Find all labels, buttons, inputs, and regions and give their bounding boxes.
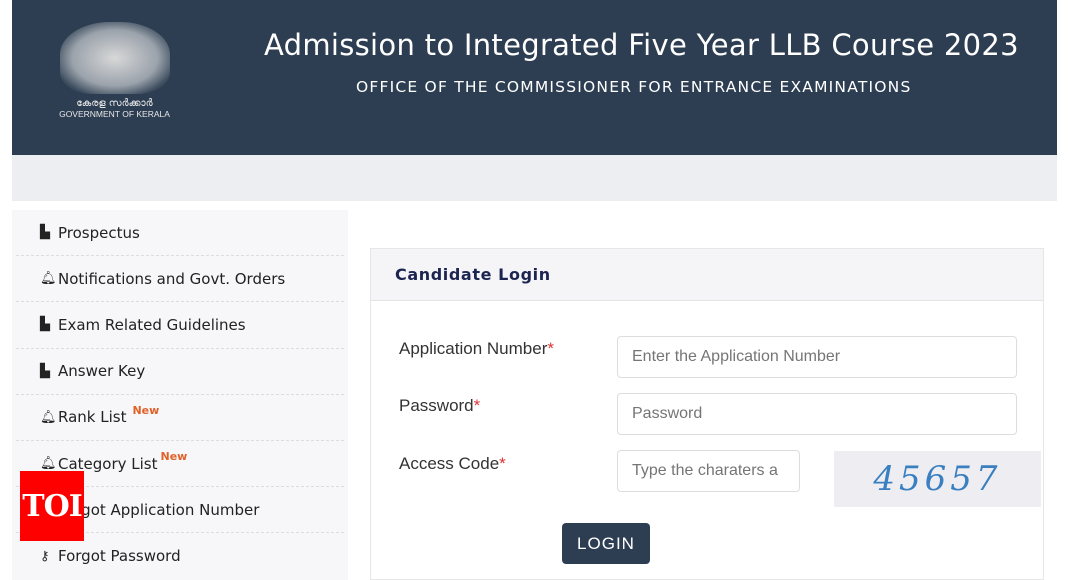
login-title: Candidate Login bbox=[371, 249, 1043, 301]
password-label: Password* bbox=[399, 396, 480, 416]
emblem-icon bbox=[59, 22, 170, 94]
sidebar-item-label: Exam Related Guidelines bbox=[58, 315, 246, 334]
sidebar-item-label: Forgot Application Number bbox=[58, 500, 260, 519]
sidebar-item-rank-list[interactable]: 🔔︎ Rank List New bbox=[16, 395, 344, 441]
sidebar-item-label: Notifications and Govt. Orders bbox=[58, 269, 286, 288]
page-subtitle: OFFICE OF THE COMMISSIONER FOR ENTRANCE … bbox=[356, 78, 912, 96]
required-mark: * bbox=[499, 454, 506, 473]
pdf-icon: ▙ bbox=[40, 363, 50, 379]
required-mark: * bbox=[547, 339, 554, 358]
key-icon: ⚷ bbox=[40, 548, 50, 564]
label-text: Password bbox=[399, 396, 474, 415]
captcha-text: 45657 bbox=[873, 459, 1002, 499]
access-code-input[interactable] bbox=[617, 450, 800, 492]
logo-text-english: GOVERNMENT OF KERALA bbox=[59, 109, 170, 119]
sidebar-item-answer-key[interactable]: ▙ Answer Key bbox=[16, 349, 344, 395]
header: കേരള സർക്കാർ GOVERNMENT OF KERALA Admiss… bbox=[12, 0, 1057, 155]
password-input[interactable] bbox=[617, 393, 1017, 435]
bell-icon: 🔔︎ bbox=[40, 271, 57, 287]
sidebar-item-label: Forgot Password bbox=[58, 547, 181, 566]
pdf-icon: ▙ bbox=[40, 317, 50, 333]
label-text: Access Code bbox=[399, 454, 500, 473]
pdf-icon: ▙ bbox=[40, 225, 50, 241]
sidebar-item-label: Prospectus bbox=[58, 223, 140, 242]
nav-bar bbox=[12, 155, 1057, 201]
access-code-label: Access Code* bbox=[399, 454, 506, 474]
watermark-text: TOI bbox=[22, 488, 82, 524]
application-number-label: Application Number* bbox=[399, 339, 554, 359]
sidebar-item-notifications[interactable]: 🔔︎ Notifications and Govt. Orders bbox=[16, 256, 344, 303]
toi-watermark-logo: TOI bbox=[20, 471, 84, 541]
new-badge: New bbox=[160, 450, 188, 464]
sidebar-item-prospectus[interactable]: ▙ Prospectus bbox=[16, 210, 344, 257]
logo-text-malayalam: കേരള സർക്കാർ bbox=[76, 98, 153, 109]
login-panel: Candidate Login Application Number* Pass… bbox=[370, 248, 1044, 580]
label-text: Application Number bbox=[399, 339, 548, 358]
sidebar-item-guidelines[interactable]: ▙ Exam Related Guidelines bbox=[16, 302, 344, 349]
login-button[interactable]: LOGIN bbox=[562, 523, 650, 564]
bell-icon: 🔔︎ bbox=[40, 456, 57, 472]
required-mark: * bbox=[473, 396, 481, 415]
sidebar-item-label: Category List bbox=[58, 454, 158, 473]
sidebar-item-label: Rank List bbox=[58, 408, 127, 427]
page-title: Admission to Integrated Five Year LLB Co… bbox=[264, 28, 1019, 62]
application-number-input[interactable] bbox=[617, 336, 1017, 378]
captcha-image: 45657 bbox=[834, 451, 1041, 507]
bell-icon: 🔔︎ bbox=[40, 409, 57, 425]
new-badge: New bbox=[132, 403, 160, 417]
sidebar-item-label: Answer Key bbox=[58, 362, 146, 381]
kerala-emblem-logo: കേരള സർക്കാർ GOVERNMENT OF KERALA bbox=[52, 22, 177, 127]
